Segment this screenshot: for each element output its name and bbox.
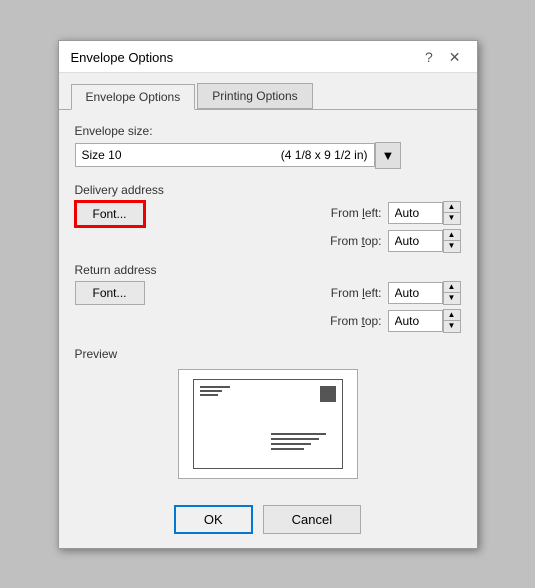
return-from-top-up[interactable]: ▲ xyxy=(444,310,460,321)
delivery-font-button[interactable]: Font... xyxy=(75,201,145,227)
preview-box xyxy=(178,369,358,479)
dialog-content: Envelope size: Size 10 (4 1/8 x 9 1/2 in… xyxy=(59,109,477,493)
delivery-from-left-down[interactable]: ▼ xyxy=(444,213,460,224)
cancel-button[interactable]: Cancel xyxy=(263,505,361,534)
return-from-left-up[interactable]: ▲ xyxy=(444,282,460,293)
title-bar: Envelope Options ? ✕ xyxy=(59,41,477,73)
delivery-from-top-spinner: ▲ ▼ xyxy=(443,229,461,253)
return-from-left-label: From left: xyxy=(310,286,382,300)
return-from-top-row: From top: ▲ ▼ xyxy=(310,309,461,333)
dialog-title: Envelope Options xyxy=(71,50,174,65)
delivery-from-top-down[interactable]: ▼ xyxy=(444,241,460,252)
delivery-line-2 xyxy=(271,438,319,440)
delivery-line-1 xyxy=(271,433,326,435)
delivery-from-top-input-group: ▲ ▼ xyxy=(388,229,461,253)
return-line-1 xyxy=(200,386,230,388)
delivery-from-left-spinner: ▲ ▼ xyxy=(443,201,461,225)
delivery-from-top-input[interactable] xyxy=(388,230,443,252)
help-button[interactable]: ? xyxy=(421,49,437,65)
size-value: Size 10 xyxy=(82,148,122,162)
delivery-line-4 xyxy=(271,448,304,450)
delivery-from-left-up[interactable]: ▲ xyxy=(444,202,460,213)
tab-bar: Envelope Options Printing Options xyxy=(59,73,477,109)
delivery-from-left-label: From left: xyxy=(310,206,382,220)
return-address-section: Return address Font... From left: ▲ ▼ xyxy=(75,263,461,333)
delivery-from-left-input[interactable] xyxy=(388,202,443,224)
delivery-from-top-label: From top: xyxy=(310,234,382,248)
return-from-top-down[interactable]: ▼ xyxy=(444,321,460,332)
envelope-preview xyxy=(193,379,343,469)
ok-button[interactable]: OK xyxy=(174,505,253,534)
return-font-button[interactable]: Font... xyxy=(75,281,145,305)
delivery-address-label: Delivery address xyxy=(75,183,461,197)
return-line-2 xyxy=(200,390,222,392)
return-address-row: Font... From left: ▲ ▼ xyxy=(75,281,461,333)
delivery-from-top-up[interactable]: ▲ xyxy=(444,230,460,241)
envelope-size-row: Size 10 (4 1/8 x 9 1/2 in) ▼ xyxy=(75,142,461,169)
close-button[interactable]: ✕ xyxy=(445,49,465,66)
envelope-size-dropdown-arrow[interactable]: ▼ xyxy=(375,142,402,169)
tab-envelope-options[interactable]: Envelope Options xyxy=(71,84,196,110)
size-dimensions: (4 1/8 x 9 1/2 in) xyxy=(281,148,368,162)
return-from-left-input[interactable] xyxy=(388,282,443,304)
delivery-from-fields: From left: ▲ ▼ From top: xyxy=(310,201,461,253)
delivery-address-section: Delivery address Font... From left: ▲ ▼ xyxy=(75,183,461,253)
envelope-stamp xyxy=(320,386,336,402)
delivery-from-left-row: From left: ▲ ▼ xyxy=(310,201,461,225)
return-from-left-row: From left: ▲ ▼ xyxy=(310,281,461,305)
preview-label: Preview xyxy=(75,347,461,361)
tab-printing-options[interactable]: Printing Options xyxy=(197,83,312,109)
title-actions: ? ✕ xyxy=(421,49,465,66)
delivery-address-row: Font... From left: ▲ ▼ xyxy=(75,201,461,253)
return-from-top-spinner: ▲ ▼ xyxy=(443,309,461,333)
envelope-return-lines xyxy=(200,386,230,396)
dialog-footer: OK Cancel xyxy=(59,493,477,548)
return-from-left-down[interactable]: ▼ xyxy=(444,293,460,304)
preview-section: Preview xyxy=(75,347,461,479)
return-from-top-label: From top: xyxy=(310,314,382,328)
envelope-options-dialog: Envelope Options ? ✕ Envelope Options Pr… xyxy=(58,40,478,549)
return-from-top-input-group: ▲ ▼ xyxy=(388,309,461,333)
envelope-size-select[interactable]: Size 10 (4 1/8 x 9 1/2 in) xyxy=(75,143,375,167)
return-from-left-input-group: ▲ ▼ xyxy=(388,281,461,305)
delivery-line-3 xyxy=(271,443,311,445)
return-from-top-input[interactable] xyxy=(388,310,443,332)
return-from-left-spinner: ▲ ▼ xyxy=(443,281,461,305)
return-address-label: Return address xyxy=(75,263,461,277)
delivery-from-left-input-group: ▲ ▼ xyxy=(388,201,461,225)
return-from-fields: From left: ▲ ▼ From top: xyxy=(310,281,461,333)
envelope-delivery-lines xyxy=(271,433,326,450)
return-line-3 xyxy=(200,394,218,396)
envelope-size-label: Envelope size: xyxy=(75,124,461,138)
delivery-from-top-row: From top: ▲ ▼ xyxy=(310,229,461,253)
